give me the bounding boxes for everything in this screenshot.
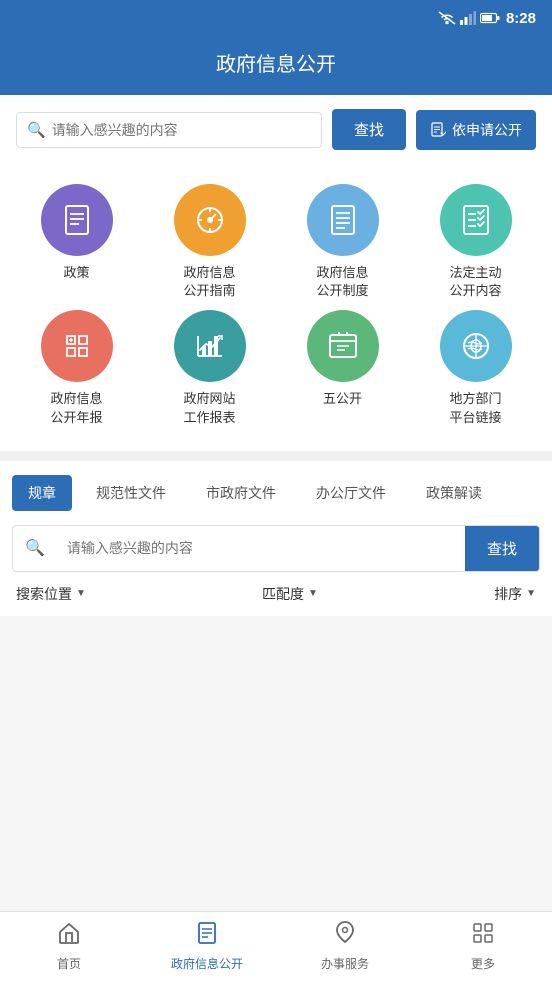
five-open-icon: [325, 328, 361, 364]
sort-match-level[interactable]: 匹配度 ▼: [262, 584, 318, 604]
affairs-label: 办事服务: [321, 955, 369, 972]
home-label: 首页: [57, 955, 81, 972]
guide-label: 政府信息公开指南: [183, 264, 235, 300]
sort-order-arrow: ▼: [526, 588, 536, 599]
system-label: 政府信息公开制度: [316, 264, 368, 300]
app-header: 政府信息公开: [0, 36, 552, 95]
wifi-icon: [438, 11, 456, 25]
icon-grid: 政策 政府信息公开指南: [10, 184, 542, 427]
nav-item-gov-info[interactable]: 政府信息公开: [138, 912, 276, 981]
annual-label: 政府信息公开年报: [50, 390, 102, 426]
local-icon: [458, 328, 494, 364]
work-report-label: 政府网站工作报表: [183, 390, 235, 426]
system-icon: [325, 202, 361, 238]
nav-item-affairs[interactable]: 办事服务: [276, 912, 414, 981]
tab-interpret[interactable]: 政策解读: [410, 475, 498, 511]
icon-item-policy[interactable]: 政策: [10, 184, 143, 300]
match-level-arrow: ▼: [308, 588, 318, 599]
status-bar: 8:28: [0, 0, 552, 36]
work-report-icon-circle: [174, 310, 246, 382]
signal-icon: [460, 11, 476, 25]
nav-item-home[interactable]: 首页: [0, 912, 138, 981]
filter-tabs: 规章 规范性文件 市政府文件 办公厅文件 政策解读: [0, 475, 552, 511]
policy-label: 政策: [63, 264, 89, 282]
filter-sort-row: 搜索位置 ▼ 匹配度 ▼ 排序 ▼: [0, 572, 552, 616]
apply-icon: [430, 122, 446, 138]
nav-item-more[interactable]: 更多: [414, 912, 552, 981]
filter-search-input[interactable]: [57, 528, 465, 568]
guide-icon: [192, 202, 228, 238]
gov-info-label: 政府信息公开: [171, 955, 243, 972]
policy-icon: [59, 202, 95, 238]
legal-label: 法定主动公开内容: [449, 264, 501, 300]
annual-icon-circle: [41, 310, 113, 382]
tab-office[interactable]: 办公厅文件: [300, 475, 402, 511]
tab-rules[interactable]: 规章: [12, 475, 72, 511]
legal-icon: [458, 202, 494, 238]
icon-grid-section: 政策 政府信息公开指南: [0, 164, 552, 451]
sort-search-pos[interactable]: 搜索位置 ▼: [16, 584, 86, 604]
annual-icon: [59, 328, 95, 364]
bottom-nav: 首页 政府信息公开 办事服务: [0, 911, 552, 981]
status-icons: [438, 11, 500, 25]
more-label: 更多: [471, 955, 495, 972]
filter-search-wrap: 🔍 查找: [12, 525, 540, 572]
gov-info-icon: [195, 921, 219, 951]
five-open-icon-circle: [307, 310, 379, 382]
system-icon-circle: [307, 184, 379, 256]
icon-item-work-report[interactable]: 政府网站工作报表: [143, 310, 276, 426]
legal-icon-circle: [440, 184, 512, 256]
local-icon-circle: [440, 310, 512, 382]
main-search-bar: 🔍 查找 依申请公开: [0, 95, 552, 164]
apply-public-button[interactable]: 依申请公开: [416, 110, 536, 150]
status-time: 8:28: [506, 10, 536, 27]
main-search-input[interactable]: [52, 122, 311, 138]
filter-find-button[interactable]: 查找: [465, 526, 539, 571]
five-open-label: 五公开: [323, 390, 362, 408]
tab-normative[interactable]: 规范性文件: [80, 475, 182, 511]
affairs-icon: [333, 921, 357, 951]
sort-order[interactable]: 排序 ▼: [494, 584, 536, 604]
policy-icon-circle: [41, 184, 113, 256]
guide-icon-circle: [174, 184, 246, 256]
main-search-wrap: 🔍: [16, 112, 322, 148]
local-label: 地方部门平台链接: [449, 390, 501, 426]
main-find-button[interactable]: 查找: [332, 109, 406, 150]
search-pos-arrow: ▼: [76, 588, 86, 599]
section-divider: [0, 451, 552, 461]
icon-item-guide[interactable]: 政府信息公开指南: [143, 184, 276, 300]
icon-item-local[interactable]: 地方部门平台链接: [409, 310, 542, 426]
icon-item-system[interactable]: 政府信息公开制度: [276, 184, 409, 300]
home-icon: [57, 921, 81, 951]
work-report-icon: [192, 328, 228, 364]
more-icon: [471, 921, 495, 951]
filter-section: 规章 规范性文件 市政府文件 办公厅文件 政策解读 🔍 查找 搜索位置 ▼ 匹配…: [0, 461, 552, 616]
main-search-icon: 🔍: [27, 121, 46, 139]
tab-city[interactable]: 市政府文件: [190, 475, 292, 511]
icon-item-legal[interactable]: 法定主动公开内容: [409, 184, 542, 300]
icon-item-annual[interactable]: 政府信息公开年报: [10, 310, 143, 426]
page-title: 政府信息公开: [0, 48, 552, 77]
filter-search-icon: 🔍: [13, 538, 57, 558]
content-spacer: [0, 616, 552, 686]
icon-item-five-open[interactable]: 五公开: [276, 310, 409, 426]
battery-icon: [480, 12, 500, 24]
